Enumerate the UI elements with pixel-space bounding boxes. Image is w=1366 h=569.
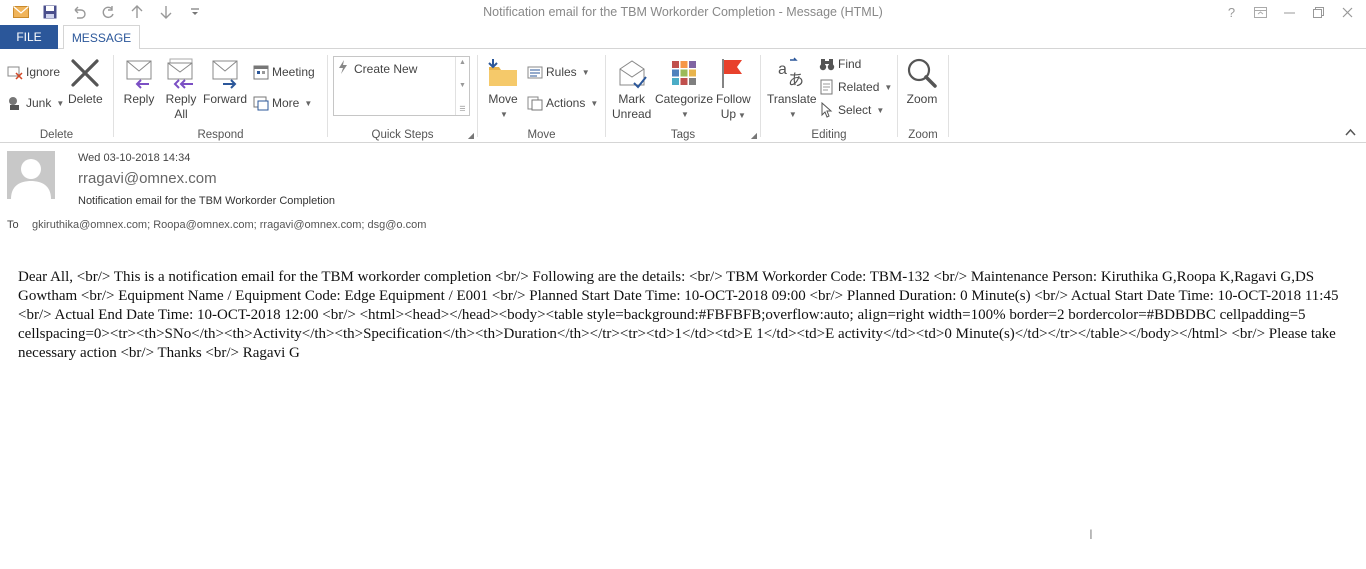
related-icon xyxy=(819,79,835,95)
zoom-group: Zoom Zoom xyxy=(898,49,948,143)
ignore-icon xyxy=(7,64,23,80)
more-respond-button[interactable]: More ▼ xyxy=(253,93,312,113)
close-icon[interactable] xyxy=(1333,2,1362,22)
window-title: Notification email for the TBM Workorder… xyxy=(483,5,883,19)
delete-group-label: Delete xyxy=(39,129,74,141)
reply-button[interactable]: Reply xyxy=(122,55,156,107)
delete-icon xyxy=(68,55,102,91)
respond-group-label: Respond xyxy=(197,129,244,141)
rules-icon xyxy=(527,64,543,80)
sender[interactable]: rragavi@omnex.com xyxy=(78,170,217,187)
ribbon-tabs: FILE MESSAGE xyxy=(0,25,1366,50)
dialog-launcher-icon[interactable]: ◢ xyxy=(468,131,474,140)
minimize-icon[interactable] xyxy=(1275,2,1304,22)
quick-steps-group: Create New ▲ ▼ ☰ Quick Steps ◢ xyxy=(328,49,477,143)
quick-steps-scrollbar[interactable]: ▲ ▼ ☰ xyxy=(455,57,469,115)
move-button[interactable]: Move ▼ xyxy=(486,55,520,122)
tags-group-label: Tags xyxy=(670,129,696,141)
follow-up-button[interactable]: Follow Up ▼ xyxy=(716,55,751,123)
ignore-button[interactable]: Ignore xyxy=(7,62,60,82)
chevron-down-icon: ▼ xyxy=(590,98,599,108)
dialog-launcher-icon[interactable]: ◢ xyxy=(751,131,757,140)
scroll-down-icon[interactable]: ▼ xyxy=(459,82,466,89)
chevron-down-icon: ▼ xyxy=(876,105,885,115)
window-controls: ? xyxy=(1217,2,1362,22)
delete-button[interactable]: Delete xyxy=(68,55,103,107)
chevron-down-icon: ▼ xyxy=(56,98,65,108)
junk-icon xyxy=(7,95,23,111)
quick-steps-group-label: Quick Steps xyxy=(371,129,434,141)
lightning-icon xyxy=(338,60,348,77)
avatar xyxy=(7,151,55,199)
zoom-button[interactable]: Zoom xyxy=(905,55,939,107)
scroll-up-icon[interactable]: ▲ xyxy=(459,59,466,66)
reply-all-button[interactable]: Reply All xyxy=(164,55,198,122)
tags-group: Mark Unread Categorize ▼ Follow Up ▼ Tags… xyxy=(606,49,760,143)
ribbon: Ignore Junk ▼ Delete Delete Reply Reply … xyxy=(0,49,1366,143)
svg-text:a: a xyxy=(778,61,787,78)
mark-unread-button[interactable]: Mark Unread xyxy=(612,55,651,122)
find-button[interactable]: Find xyxy=(819,54,861,74)
editing-group: aあ Translate ▼ Find Related ▼ Select ▼ Edi… xyxy=(761,49,897,143)
rules-button[interactable]: Rules ▼ xyxy=(527,62,590,82)
subject: Notification email for the TBM Workorder… xyxy=(78,195,335,207)
forward-icon xyxy=(208,55,242,91)
maximize-icon[interactable] xyxy=(1304,2,1333,22)
title-bar: Notification email for the TBM Workorder… xyxy=(0,0,1366,25)
tab-message[interactable]: MESSAGE xyxy=(63,25,140,50)
ribbon-display-icon[interactable] xyxy=(1246,2,1275,22)
text-cursor-icon: I xyxy=(1089,526,1093,542)
forward-button[interactable]: Forward xyxy=(203,55,247,107)
categorize-icon xyxy=(667,55,701,91)
delete-group: Ignore Junk ▼ Delete Delete xyxy=(0,49,113,143)
help-icon[interactable]: ? xyxy=(1217,2,1246,22)
actions-icon xyxy=(527,95,543,111)
more-icon xyxy=(253,95,269,111)
meeting-button[interactable]: Meeting xyxy=(253,62,315,82)
message-body[interactable]: Dear All, <br/> This is a notification e… xyxy=(18,268,1348,363)
collapse-ribbon-icon[interactable] xyxy=(1345,127,1356,139)
binoculars-icon xyxy=(819,56,835,72)
chevron-down-icon: ▼ xyxy=(304,98,313,108)
select-button[interactable]: Select ▼ xyxy=(819,100,884,120)
translate-button[interactable]: aあ Translate ▼ xyxy=(767,55,817,122)
chevron-down-icon: ▼ xyxy=(500,110,508,119)
sent-date: Wed 03-10-2018 14:34 xyxy=(78,152,191,164)
magnifier-icon xyxy=(905,55,939,91)
categorize-button[interactable]: Categorize ▼ xyxy=(655,55,713,122)
move-group: Move ▼ Rules ▼ Actions ▼ Move xyxy=(478,49,605,143)
chevron-down-icon: ▼ xyxy=(884,82,893,92)
editing-group-label: Editing xyxy=(811,129,847,141)
mark-unread-icon xyxy=(615,55,649,91)
reply-all-icon xyxy=(164,55,198,91)
reply-icon xyxy=(122,55,156,91)
tab-file[interactable]: FILE xyxy=(0,25,58,49)
flag-icon xyxy=(716,55,750,91)
chevron-down-icon: ▼ xyxy=(581,67,590,77)
respond-group: Reply Reply All Forward Meeting More ▼ R… xyxy=(114,49,327,143)
create-new-quick-step[interactable]: Create New xyxy=(338,60,417,77)
svg-text:あ: あ xyxy=(788,70,804,89)
chevron-down-icon: ▼ xyxy=(788,110,797,119)
chevron-down-icon: ▼ xyxy=(738,111,746,120)
actions-button[interactable]: Actions ▼ xyxy=(527,93,598,113)
expand-gallery-icon[interactable]: ☰ xyxy=(459,105,465,113)
translate-icon: aあ xyxy=(775,55,809,91)
calendar-icon xyxy=(253,64,269,80)
junk-button[interactable]: Junk ▼ xyxy=(7,93,64,113)
move-group-label: Move xyxy=(527,129,556,141)
recipients[interactable]: gkiruthika@omnex.com; Roopa@omnex.com; r… xyxy=(32,219,426,231)
quick-steps-gallery[interactable]: Create New ▲ ▼ ☰ xyxy=(333,56,470,116)
cursor-icon xyxy=(819,102,835,118)
zoom-group-label: Zoom xyxy=(908,129,938,141)
related-button[interactable]: Related ▼ xyxy=(819,77,892,97)
folder-move-icon xyxy=(486,55,520,91)
to-label: To xyxy=(7,219,19,231)
message-header: Wed 03-10-2018 14:34 rragavi@omnex.com N… xyxy=(0,143,1366,238)
group-divider xyxy=(948,55,949,137)
chevron-down-icon: ▼ xyxy=(681,110,689,119)
